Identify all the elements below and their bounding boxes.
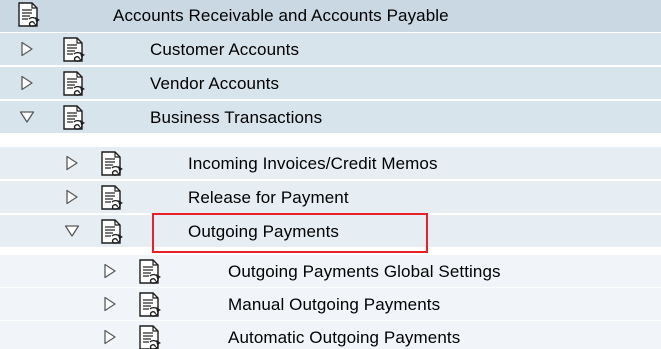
highlight-box [152,213,428,253]
tree-node-label[interactable]: Outgoing Payments Global Settings [228,262,501,282]
tree-node-release-for-payment[interactable]: Release for Payment [0,181,661,214]
tree-node-accounts-receivable-payable[interactable]: Accounts Receivable and Accounts Payable [0,0,661,33]
document-execute-icon[interactable] [99,150,125,178]
expand-triangle-icon[interactable] [64,155,80,171]
expand-triangle-icon[interactable] [102,263,118,279]
tree-node-label[interactable]: Business Transactions [150,108,322,128]
tree-node-automatic-outgoing-payments[interactable]: Automatic Outgoing Payments [0,321,661,349]
document-execute-icon[interactable] [16,1,42,29]
tree-node-manual-outgoing-payments[interactable]: Manual Outgoing Payments [0,288,661,321]
tree-node-label[interactable]: Incoming Invoices/Credit Memos [188,154,438,174]
document-execute-icon[interactable] [61,104,87,132]
document-execute-icon[interactable] [99,218,125,246]
document-execute-icon[interactable] [61,70,87,98]
tree-node-label[interactable]: Vendor Accounts [150,74,279,94]
expand-triangle-icon[interactable] [64,189,80,205]
document-execute-icon[interactable] [99,184,125,212]
tree-node-customer-accounts[interactable]: Customer Accounts [0,33,661,66]
collapse-triangle-icon[interactable] [19,109,35,125]
expand-triangle-icon[interactable] [102,296,118,312]
document-execute-icon[interactable] [61,36,87,64]
tree-node-label[interactable]: Release for Payment [188,188,349,208]
menu-tree: Accounts Receivable and Accounts Payable… [0,0,661,349]
tree-node-business-transactions[interactable]: Business Transactions [0,101,661,134]
expand-triangle-icon[interactable] [19,41,35,57]
tree-node-incoming-invoices[interactable]: Incoming Invoices/Credit Memos [0,147,661,180]
expand-triangle-icon[interactable] [19,75,35,91]
tree-node-label[interactable]: Automatic Outgoing Payments [228,328,460,348]
collapse-triangle-icon[interactable] [64,223,80,239]
document-execute-icon[interactable] [137,291,163,319]
tree-node-label[interactable]: Accounts Receivable and Accounts Payable [113,6,449,26]
tree-node-outgoing-payments-global-settings[interactable]: Outgoing Payments Global Settings [0,255,661,288]
tree-node-label[interactable]: Customer Accounts [150,40,299,60]
tree-node-vendor-accounts[interactable]: Vendor Accounts [0,67,661,100]
document-execute-icon[interactable] [137,324,163,349]
document-execute-icon[interactable] [137,258,163,286]
expand-triangle-icon[interactable] [102,329,118,345]
tree-node-label[interactable]: Manual Outgoing Payments [228,295,440,315]
